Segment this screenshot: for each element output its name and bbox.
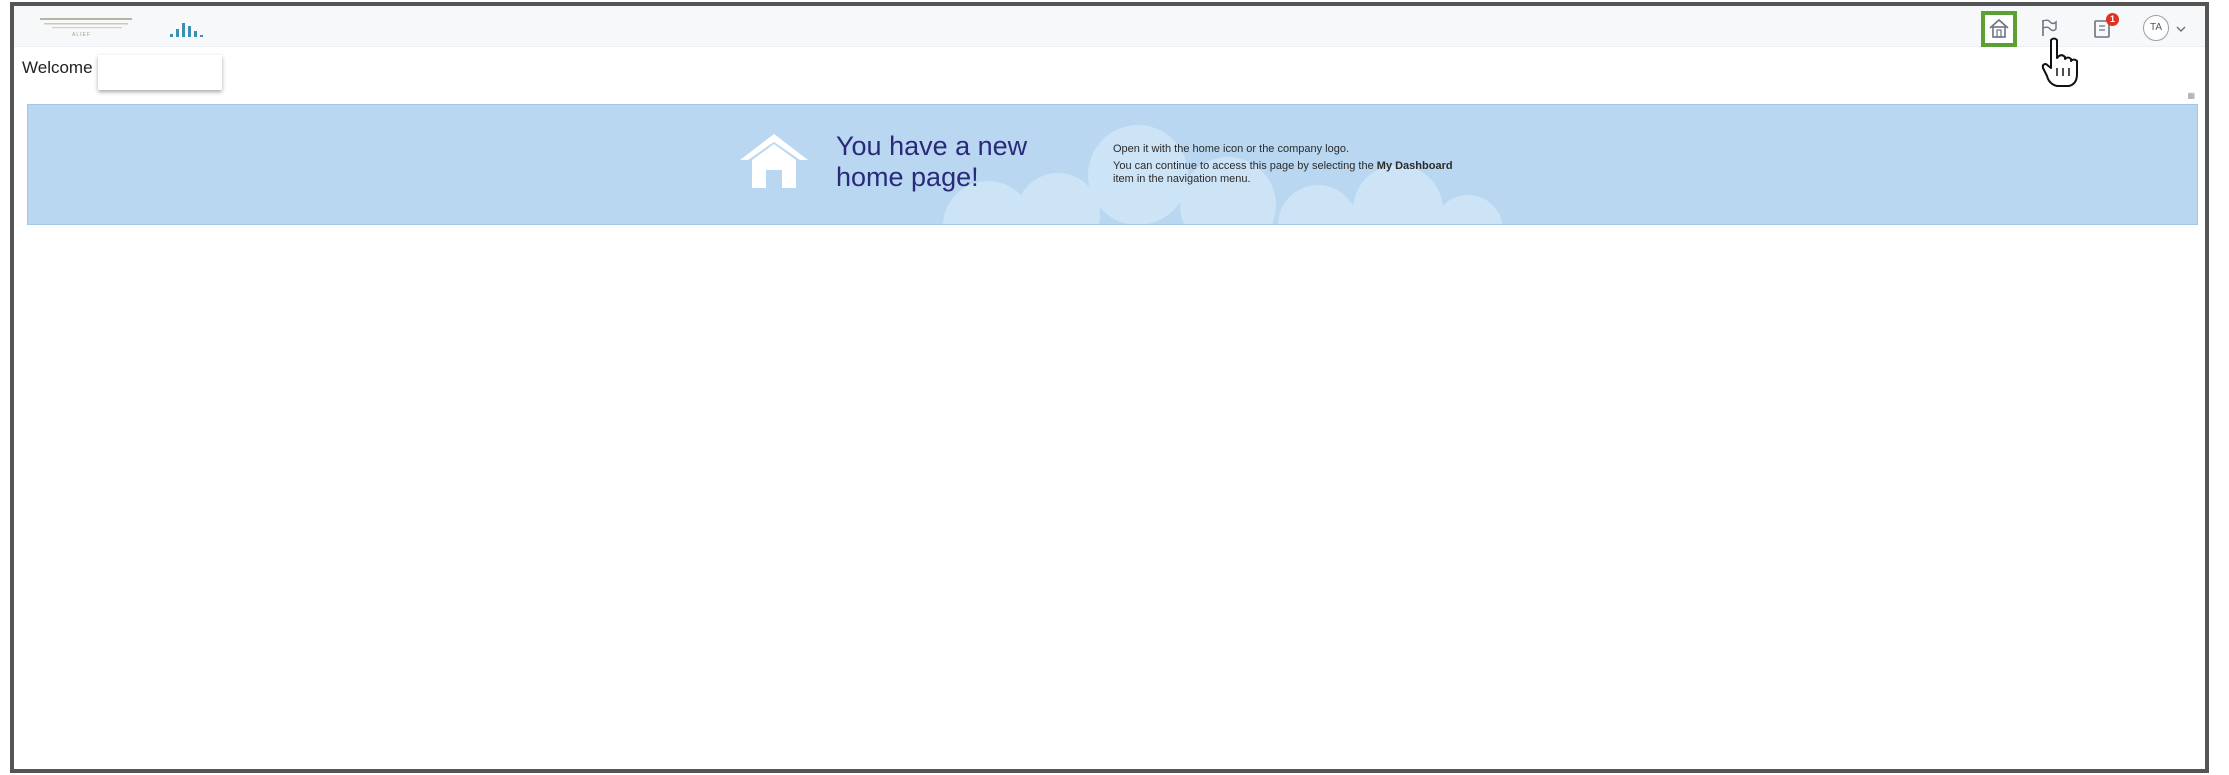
new-home-page-banner: You have a new home page! Open it with t… [27,104,2198,225]
home-icon [1989,18,2009,38]
hand-cursor-icon [2041,37,2078,87]
top-bar: ALIEF 1 TA [14,6,2205,47]
my-dashboard-text: My Dashboard [1376,160,1453,172]
chevron-down-icon [2176,26,2186,32]
logo-bars-icon [170,23,203,37]
banner-line-2-suffix: item in the navigation menu. [1113,173,1251,185]
notifications-button[interactable]: 1 [2089,13,2119,42]
banner-description: Open it with the home icon or the compan… [1113,143,1473,190]
app-frame: ALIEF 1 TA Welcome ▦ You have a new home… [10,2,2209,773]
banner-headline: You have a new home page! [836,131,1028,192]
banner-line-2-prefix: You can continue to access this page by … [1113,160,1377,172]
welcome-name-box [98,55,222,90]
settings-icon[interactable]: ▦ [2187,91,2195,100]
arabic-logo-text [40,18,132,29]
logo-text: ALIEF [72,32,91,38]
banner-line-2: You can continue to access this page by … [1113,160,1473,186]
user-menu-button[interactable]: TA [2143,14,2193,42]
banner-line-1: Open it with the home icon or the compan… [1113,143,1350,155]
home-button[interactable] [1981,11,2017,47]
welcome-label: Welcome [22,58,93,77]
user-avatar: TA [2143,15,2169,41]
company-logo[interactable]: ALIEF [32,12,212,40]
notification-badge: 1 [2106,13,2119,26]
header-icons: 1 TA [1975,6,2195,47]
house-icon [740,134,808,188]
